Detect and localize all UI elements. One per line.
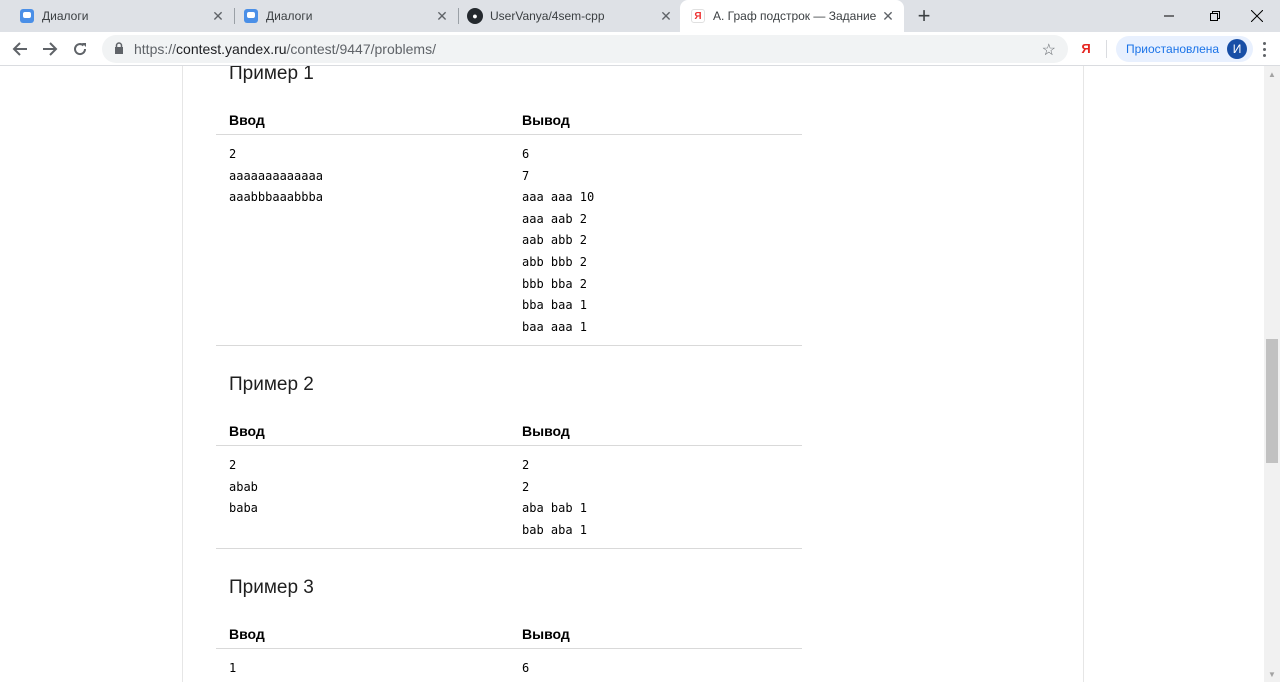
output-line: 2 [522,458,530,472]
toolbar-separator [1106,40,1107,58]
chat-icon [243,8,259,24]
input-line: 2 [229,458,237,472]
scrollbar-thumb[interactable] [1266,339,1278,463]
example-title: Пример 3 [229,577,314,598]
input-column[interactable]: 2 abab baba [229,455,258,520]
output-line: bab aba 1 [522,522,588,537]
output-column[interactable]: 6 7 aaa aaa 10 aaa aab 2 aab abb 2 abb b… [522,144,594,338]
page-scrollbar[interactable]: ▲ ▼ [1264,66,1280,682]
example-body: 1 6 [216,649,802,682]
example-body: 2 abab baba 2 2 aba bab 1 bab aba 1 [216,446,802,549]
yandex-extension-button[interactable]: Я [1076,38,1096,58]
output-line: baa aaa 1 [522,319,588,334]
back-button[interactable] [6,36,34,62]
output-line: 6 [522,661,530,675]
input-line: aaaaaaaaaaaaa [229,168,323,183]
example-title: Пример 1 [229,66,314,84]
profile-button[interactable]: Приостановлена И [1116,36,1254,62]
example-header: Ввод Вывод [216,618,802,649]
close-window-button[interactable] [1234,0,1280,32]
output-line: aba bab 1 [522,501,588,516]
input-line: 2 [229,147,237,161]
yandex-icon: Я [690,8,706,24]
avatar: И [1227,39,1248,59]
tab-title: Диалоги [42,9,89,23]
tab-title: A. Граф подстрок — Задание на [713,9,876,23]
tab-title: Диалоги [266,9,313,23]
tab-strip: Диалоги ✕ Диалоги ✕ ● UserVanya/4sem-cpp… [0,0,1280,32]
input-column[interactable]: 1 [229,658,236,680]
output-header: Вывод [522,423,570,439]
restore-icon [1210,11,1220,21]
reload-icon [74,43,87,56]
input-line: abab [229,479,258,494]
output-line: bbb bba 2 [522,276,588,291]
output-line: aab abb 2 [522,233,588,248]
close-icon[interactable]: ✕ [880,8,896,24]
url-text: https://contest.yandex.ru/contest/9447/p… [134,41,436,57]
arrow-right-icon [43,42,58,56]
output-column[interactable]: 2 2 aba bab 1 bab aba 1 [522,455,587,541]
reload-button[interactable] [66,36,94,62]
menu-button[interactable] [1254,38,1274,60]
new-tab-button[interactable]: + [912,3,936,28]
output-line: bba baa 1 [522,298,588,313]
output-line: 2 [522,479,530,494]
output-header: Вывод [522,626,570,642]
forward-button[interactable] [36,36,64,62]
chat-icon [19,8,35,24]
close-icon [1251,10,1263,22]
star-icon[interactable]: ☆ [1042,40,1056,60]
example-header: Ввод Вывод [216,104,802,135]
output-line: aaa aaa 10 [522,190,595,205]
browser-toolbar: https://contest.yandex.ru/contest/9447/p… [0,32,1280,66]
example-title: Пример 2 [229,374,314,395]
minimize-button[interactable] [1146,0,1192,32]
input-line: aaabbbaaabbba [229,190,323,205]
input-header: Ввод [229,423,265,439]
tab-title: UserVanya/4sem-cpp [490,9,605,23]
browser-tab-2[interactable]: Диалоги ✕ [224,0,458,32]
output-line: abb bbb 2 [522,254,588,269]
input-line: 1 [229,661,237,675]
close-icon[interactable]: ✕ [658,8,674,24]
arrow-left-icon [12,42,27,56]
browser-tab-active[interactable]: Я A. Граф подстрок — Задание на ✕ [680,0,904,32]
lock-icon [114,41,126,57]
scroll-up-icon[interactable]: ▲ [1264,66,1280,82]
output-line: aaa aab 2 [522,211,588,226]
output-header: Вывод [522,112,570,128]
page-content: Пример 1 Ввод Вывод 2 aaaaaaaaaaaaa aaab… [0,66,1264,682]
example-header: Ввод Вывод [216,415,802,446]
restore-button[interactable] [1192,0,1238,32]
input-column[interactable]: 2 aaaaaaaaaaaaa aaabbbaaabbba [229,144,323,209]
output-column[interactable]: 6 [522,658,529,680]
input-header: Ввод [229,626,265,642]
output-line: 7 [522,168,530,183]
minimize-icon [1164,15,1174,17]
profile-status: Приостановлена [1126,42,1220,56]
scroll-down-icon[interactable]: ▼ [1264,666,1280,682]
browser-tab-3[interactable]: ● UserVanya/4sem-cpp ✕ [448,0,682,32]
example-body: 2 aaaaaaaaaaaaa aaabbbaaabbba 6 7 aaa aa… [216,135,802,346]
address-bar[interactable]: https://contest.yandex.ru/contest/9447/p… [102,35,1068,63]
input-line: baba [229,501,258,516]
output-line: 6 [522,147,530,161]
github-icon: ● [467,8,483,24]
browser-tab-1[interactable]: Диалоги ✕ [0,0,234,32]
input-header: Ввод [229,112,265,128]
